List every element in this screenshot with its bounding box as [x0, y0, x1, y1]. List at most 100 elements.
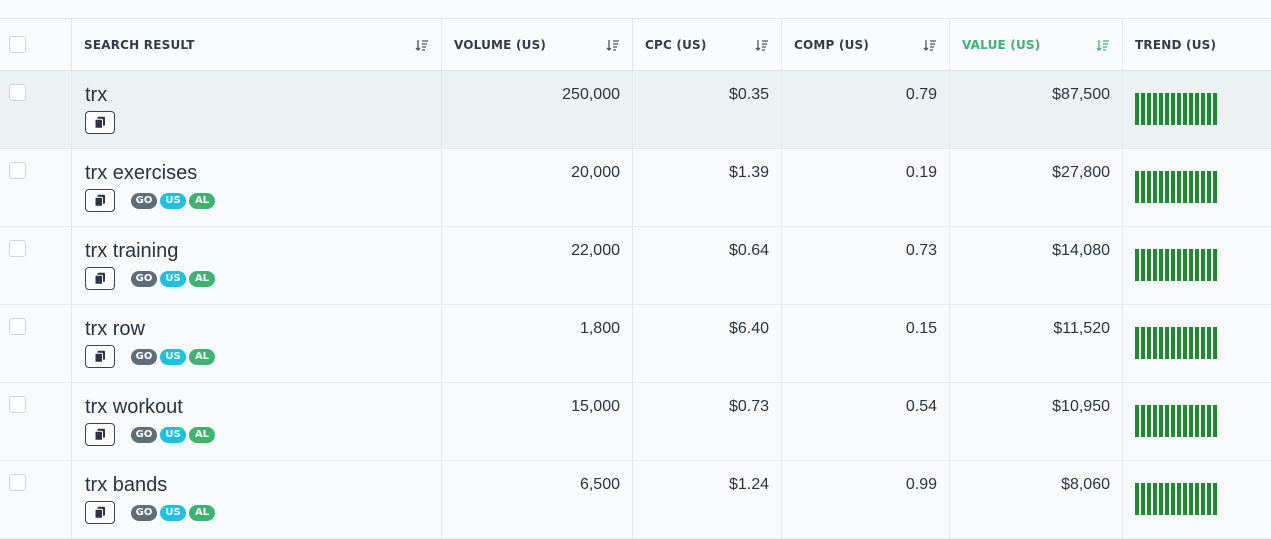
- trend-cell: [1123, 149, 1271, 226]
- volume-value: 22,000: [571, 242, 620, 259]
- trend-bar: [1147, 93, 1151, 125]
- trend-bar: [1135, 327, 1139, 359]
- trend-bar: [1141, 405, 1145, 437]
- table-row[interactable]: trx workout GO US AL 15,000 $0.73 0.54 $…: [0, 383, 1271, 461]
- row-checkbox[interactable]: [9, 474, 26, 491]
- sort-icon-active[interactable]: [1096, 38, 1110, 52]
- sort-icon[interactable]: [415, 38, 429, 52]
- table-top-strip: [0, 0, 1271, 19]
- trend-bar: [1183, 327, 1187, 359]
- badge-go[interactable]: GO: [131, 192, 157, 209]
- row-select-cell: [0, 227, 72, 304]
- header-comp[interactable]: COMP (US): [782, 19, 950, 70]
- badge-al[interactable]: AL: [189, 426, 215, 443]
- keyword-text[interactable]: trx bands: [85, 474, 167, 497]
- keyword-text[interactable]: trx training: [85, 240, 178, 263]
- row-checkbox[interactable]: [9, 84, 26, 101]
- row-checkbox[interactable]: [9, 240, 26, 257]
- trend-bar: [1135, 249, 1139, 281]
- select-all-checkbox[interactable]: [9, 36, 26, 53]
- row-select-cell: [0, 71, 72, 148]
- badge-us[interactable]: US: [160, 270, 186, 287]
- copy-button[interactable]: [85, 345, 115, 368]
- keyword-cell: trx row GO US AL: [72, 305, 442, 382]
- trend-cell: [1123, 383, 1271, 460]
- trend-bar: [1171, 327, 1175, 359]
- trend-sparkline: [1135, 327, 1219, 359]
- trend-bar: [1213, 249, 1217, 281]
- copy-button[interactable]: [85, 423, 115, 446]
- badge-al[interactable]: AL: [189, 192, 215, 209]
- sort-icon[interactable]: [606, 38, 620, 52]
- trend-bar: [1189, 483, 1193, 515]
- comp-cell: 0.19: [782, 149, 950, 226]
- trend-bar: [1159, 93, 1163, 125]
- copy-button[interactable]: [85, 267, 115, 290]
- table-row[interactable]: trx exercises GO US AL 20,000 $1.39 0.19…: [0, 149, 1271, 227]
- volume-value: 1,800: [579, 320, 620, 337]
- trend-bar: [1201, 483, 1205, 515]
- badge-al[interactable]: AL: [189, 270, 215, 287]
- trend-bar: [1141, 93, 1145, 125]
- table-row[interactable]: trx 250,000 $0.35 0.79 $87,500: [0, 71, 1271, 149]
- trend-bar: [1135, 171, 1139, 203]
- keyword-results-table: SEARCH RESULT VOLUME (US) CPC (US) COMP …: [0, 0, 1271, 539]
- value-cell: $8,060: [950, 461, 1123, 538]
- badge-us[interactable]: US: [160, 426, 186, 443]
- table-row[interactable]: trx row GO US AL 1,800 $6.40 0.15 $11,52…: [0, 305, 1271, 383]
- badge-us[interactable]: US: [160, 348, 186, 365]
- sort-icon[interactable]: [923, 38, 937, 52]
- header-value[interactable]: VALUE (US): [950, 19, 1123, 70]
- header-cpc[interactable]: CPC (US): [633, 19, 782, 70]
- table-row[interactable]: trx bands GO US AL 6,500 $1.24 0.99 $8,0…: [0, 461, 1271, 539]
- cpc-cell: $1.24: [633, 461, 782, 538]
- header-search-result[interactable]: SEARCH RESULT: [72, 19, 442, 70]
- trend-bar: [1177, 327, 1181, 359]
- trend-bar: [1165, 483, 1169, 515]
- copy-button[interactable]: [85, 501, 115, 524]
- copy-icon: [94, 428, 105, 441]
- badge-go[interactable]: GO: [131, 270, 157, 287]
- table-body: trx 250,000 $0.35 0.79 $87,500 trx exerc…: [0, 71, 1271, 539]
- sort-icon[interactable]: [755, 38, 769, 52]
- trend-sparkline: [1135, 483, 1219, 515]
- trend-cell: [1123, 71, 1271, 148]
- trend-sparkline: [1135, 249, 1219, 281]
- header-volume[interactable]: VOLUME (US): [442, 19, 633, 70]
- trend-bar: [1207, 171, 1211, 203]
- volume-value: 6,500: [579, 476, 620, 493]
- keyword-text[interactable]: trx exercises: [85, 162, 197, 185]
- cpc-cell: $6.40: [633, 305, 782, 382]
- keyword-cell: trx exercises GO US AL: [72, 149, 442, 226]
- cpc-value: $0.73: [728, 398, 769, 415]
- copy-button[interactable]: [85, 189, 115, 212]
- table-row[interactable]: trx training GO US AL 22,000 $0.64 0.73 …: [0, 227, 1271, 305]
- keyword-text[interactable]: trx workout: [85, 396, 183, 419]
- badge-us[interactable]: US: [160, 192, 186, 209]
- trend-sparkline: [1135, 171, 1219, 203]
- badge-al[interactable]: AL: [189, 348, 215, 365]
- trend-bar: [1153, 405, 1157, 437]
- keyword-actions: [85, 111, 115, 134]
- trend-bar: [1171, 249, 1175, 281]
- cpc-value: $0.64: [728, 242, 769, 259]
- badge-go[interactable]: GO: [131, 348, 157, 365]
- badge-go[interactable]: GO: [131, 426, 157, 443]
- copy-button[interactable]: [85, 111, 115, 134]
- trend-bar: [1213, 483, 1217, 515]
- trend-bar: [1195, 483, 1199, 515]
- row-checkbox[interactable]: [9, 396, 26, 413]
- keyword-text[interactable]: trx row: [85, 318, 145, 341]
- keyword-text[interactable]: trx: [85, 84, 107, 107]
- keyword-actions: GO US AL: [85, 501, 218, 524]
- header-comp-label: COMP (US): [794, 37, 870, 52]
- keyword-actions: GO US AL: [85, 189, 218, 212]
- row-checkbox[interactable]: [9, 318, 26, 335]
- volume-value: 250,000: [562, 86, 620, 103]
- trend-bar: [1177, 405, 1181, 437]
- row-checkbox[interactable]: [9, 162, 26, 179]
- trend-bar: [1189, 327, 1193, 359]
- copy-icon: [94, 116, 105, 129]
- row-select-cell: [0, 383, 72, 460]
- trend-bar: [1177, 171, 1181, 203]
